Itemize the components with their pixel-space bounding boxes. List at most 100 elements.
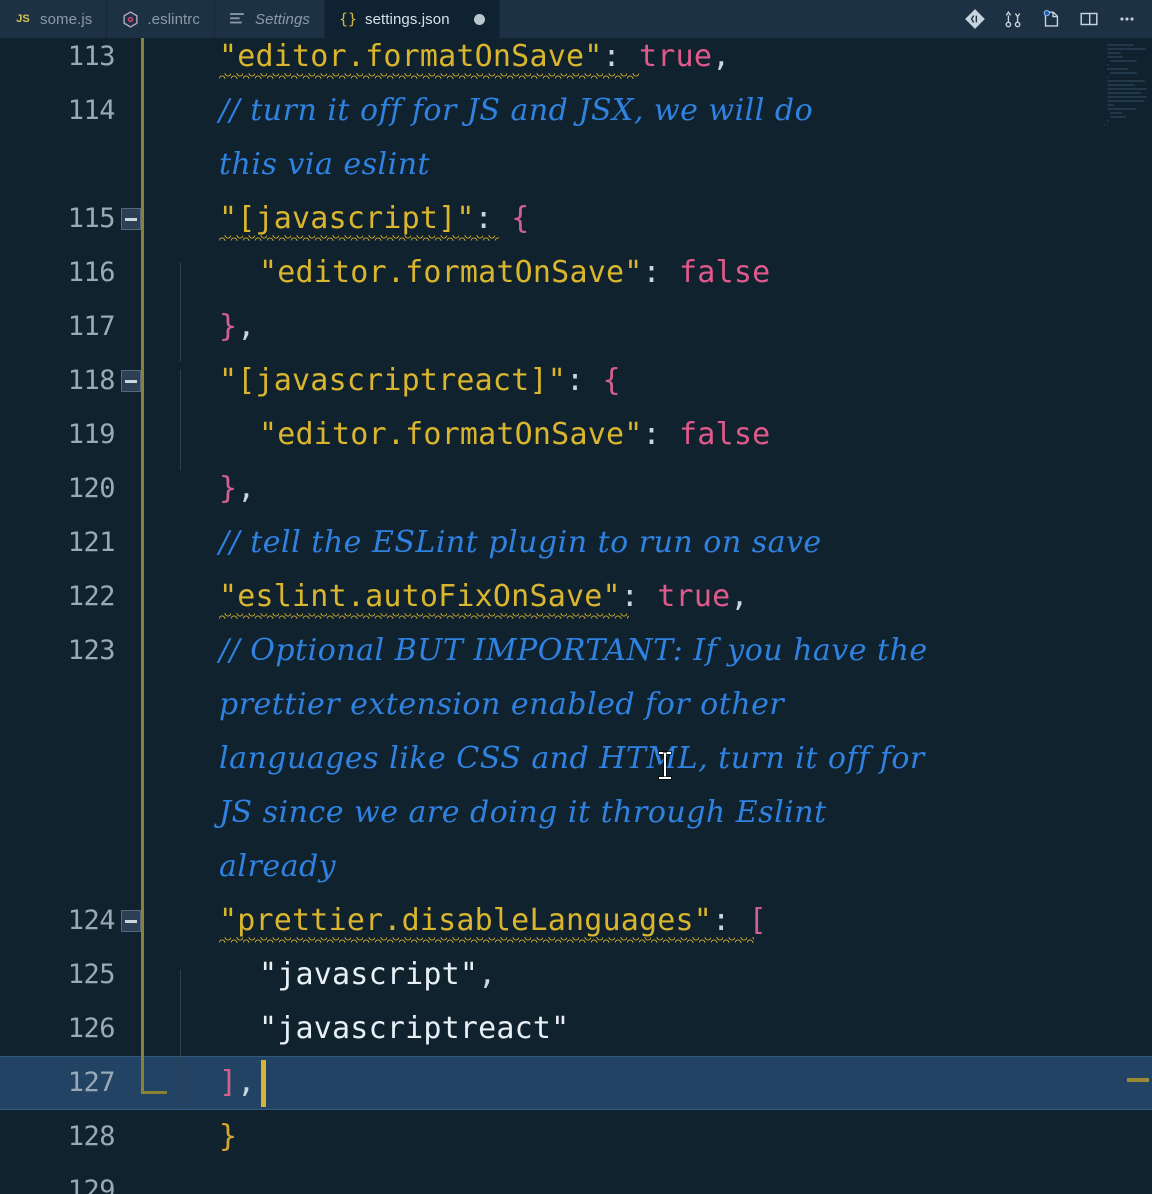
code-token: : (474, 201, 512, 236)
code-token: : (642, 417, 680, 452)
minimap-line (1107, 48, 1146, 50)
minimap-line (1107, 64, 1109, 66)
code-line[interactable]: JS since we are doing it through Eslint (219, 786, 827, 840)
code-line[interactable]: "javascriptreact" (259, 1002, 569, 1056)
code-line[interactable]: "javascript", (259, 948, 496, 1002)
code-line[interactable]: // tell the ESLint plugin to run on save (219, 516, 822, 570)
code-token: false (679, 255, 771, 290)
code-token: : (565, 363, 603, 398)
minimap-line (1107, 108, 1136, 110)
minimap-line (1107, 96, 1147, 98)
minimap-line (1107, 68, 1128, 70)
code-editor[interactable]: 113 "editor.formatOnSave": true, 114 // tur… (0, 38, 1152, 1194)
code-token: this via eslint (219, 147, 431, 182)
code-line[interactable]: ], (219, 1056, 256, 1110)
line-number: 125 (67, 959, 116, 990)
code-token: JS since we are doing it through Eslint (219, 795, 827, 830)
code-token: prettier extension enabled for other (219, 687, 785, 722)
code-token: "javascriptreact" (259, 1011, 570, 1046)
code-token: : (642, 255, 680, 290)
open-changes-icon[interactable] (1032, 0, 1070, 38)
code-line[interactable]: // Optional BUT IMPORTANT: If you have t… (219, 624, 928, 678)
code-token: "eslint.autoFixOnSave" (219, 579, 621, 614)
minimap-line (1107, 92, 1142, 94)
code-token: : (712, 903, 749, 938)
line-number: 124 (67, 905, 116, 936)
line-number: 113 (67, 41, 116, 72)
minimap-line (1107, 52, 1122, 54)
code-token: "editor.formatOnSave" (259, 255, 643, 290)
minimap-line (1107, 56, 1124, 58)
editor-minimap[interactable] (1100, 38, 1152, 1194)
deprecated-squiggle-underline (219, 613, 629, 619)
fold-toggle-icon[interactable] (120, 894, 142, 948)
minimap-line (1107, 80, 1145, 82)
fold-toggle-icon[interactable] (120, 192, 142, 246)
tab-label: some.js (40, 10, 93, 28)
indent-guide (180, 262, 181, 362)
line-number: 116 (67, 257, 116, 288)
minimap-line (1110, 116, 1127, 118)
minimap-line (1110, 60, 1137, 62)
split-merge-icon[interactable] (994, 0, 1032, 38)
code-line[interactable]: }, (219, 300, 256, 354)
fold-toggle-icon[interactable] (120, 354, 142, 408)
tab-label: Settings (254, 10, 310, 28)
line-number: 114 (67, 95, 116, 126)
line-number: 115 (67, 203, 116, 234)
code-token: , (237, 471, 256, 506)
editor-tab-bar: JS some.js .eslintrc Settings {} setting… (0, 0, 1152, 38)
unsaved-changes-indicator[interactable] (473, 13, 485, 25)
code-line[interactable]: }, (219, 462, 256, 516)
source-control-icon[interactable] (956, 0, 994, 38)
minimap-line (1107, 44, 1134, 46)
code-token: , (730, 579, 749, 614)
code-line[interactable]: // turn it off for JS and JSX, we will d… (219, 84, 813, 138)
tab-bar-spacer (499, 0, 956, 38)
code-line[interactable]: already (219, 840, 336, 894)
code-token: , (478, 957, 497, 992)
code-token: "javascript" (259, 957, 479, 992)
tab-some-js[interactable]: JS some.js (0, 0, 108, 38)
tab-label: settings.json (364, 10, 450, 28)
code-token: // turn it off for JS and JSX, we will d… (219, 93, 814, 128)
minimap-line (1110, 72, 1137, 74)
line-number: 121 (67, 527, 116, 558)
javascript-file-icon: JS (16, 13, 30, 25)
code-token: already (219, 849, 337, 884)
code-token: , (237, 309, 256, 344)
code-line[interactable]: languages like CSS and HTML, turn it off… (219, 732, 925, 786)
code-line[interactable]: prettier extension enabled for other (219, 678, 784, 732)
tab-eslintrc[interactable]: .eslintrc (107, 0, 215, 38)
minimap-line (1107, 120, 1109, 122)
tab-settings-json[interactable]: {} settings.json (324, 0, 500, 38)
minimap-line (1107, 104, 1114, 106)
code-token: "[javascript]" (219, 201, 475, 236)
more-actions-icon[interactable] (1108, 0, 1146, 38)
code-line[interactable]: "[javascriptreact]": { (219, 354, 621, 408)
code-line[interactable]: } (219, 1110, 237, 1164)
line-number: 126 (67, 1013, 116, 1044)
line-number: 129 (67, 1175, 116, 1194)
code-token: : (602, 39, 640, 74)
code-token: // Optional BUT IMPORTANT: If you have t… (219, 633, 928, 668)
code-token: "prettier.disableLanguages" (219, 903, 713, 938)
deprecated-squiggle-underline (219, 235, 499, 241)
tab-label: .eslintrc (147, 10, 200, 28)
tab-settings[interactable]: Settings (214, 0, 325, 38)
line-number: 118 (67, 365, 116, 396)
split-editor-icon[interactable] (1070, 0, 1108, 38)
code-line[interactable]: "editor.formatOnSave": false (259, 408, 770, 462)
code-line[interactable]: this via eslint (219, 138, 430, 192)
settings-preview-icon (229, 10, 247, 28)
code-line[interactable]: "editor.formatOnSave": false (259, 246, 770, 300)
eslint-file-icon (121, 10, 139, 28)
line-number: 122 (67, 581, 116, 612)
indent-guide (180, 970, 181, 1108)
minimap-line (1107, 84, 1135, 86)
indent-guide (180, 370, 181, 470)
code-token: "editor.formatOnSave" (219, 39, 603, 74)
editor-actions (956, 0, 1152, 38)
minimap-line (1107, 76, 1109, 78)
line-number: 127 (67, 1067, 116, 1098)
